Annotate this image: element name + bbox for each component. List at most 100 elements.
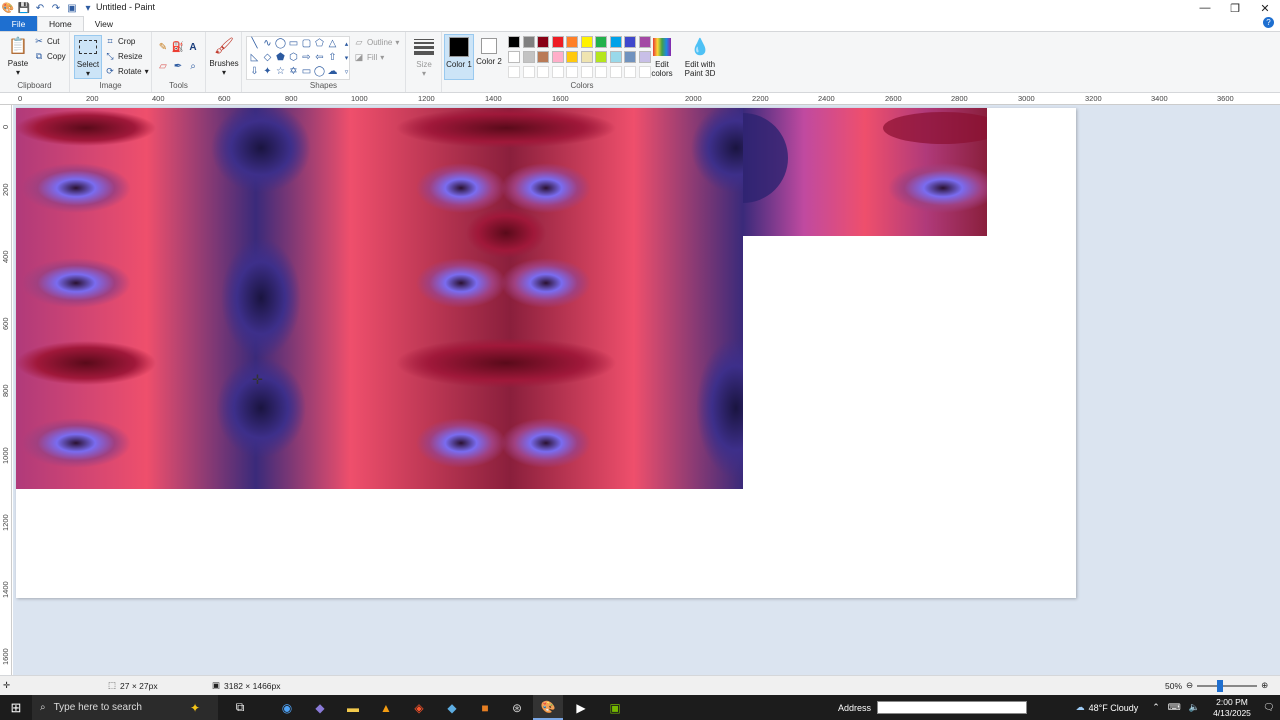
six-point-star-shape-icon[interactable]: ✡ (287, 65, 300, 78)
restore-button[interactable]: ❐ (1220, 0, 1250, 16)
palette-swatch[interactable] (609, 51, 622, 63)
palette-swatch[interactable] (537, 51, 549, 63)
brave-browser-icon[interactable]: ◈ (404, 695, 434, 720)
help-icon[interactable]: ? (1263, 17, 1274, 28)
tray-chevron-icon[interactable]: ⌃ (1152, 702, 1160, 713)
select-button[interactable]: Select ▾ (74, 35, 102, 79)
cut-button[interactable]: ✂ Cut (34, 36, 59, 47)
palette-swatch[interactable] (595, 36, 607, 48)
text-icon[interactable]: A (186, 40, 200, 54)
kaleidoscope-image-extension[interactable] (743, 108, 987, 236)
left-arrow-shape-icon[interactable]: ⇦ (313, 51, 326, 64)
drawing-canvas[interactable] (16, 108, 1076, 598)
palette-swatch[interactable] (508, 51, 520, 63)
palette-swatch[interactable] (522, 36, 535, 48)
up-arrow-shape-icon[interactable]: ⇧ (326, 51, 339, 64)
brushes-button[interactable]: 🖌 Brushes ▾ (209, 35, 239, 77)
palette-custom-swatch[interactable] (537, 66, 549, 78)
palette-custom-swatch[interactable] (580, 66, 593, 78)
crop-button[interactable]: ⌗ Crop (105, 36, 135, 47)
palette-custom-swatch[interactable] (595, 66, 607, 78)
windows-start-icon[interactable]: ⊞ (0, 695, 32, 720)
callout-rect-shape-icon[interactable]: ▭ (300, 65, 313, 78)
resize-button[interactable]: ⤡ Resize (105, 51, 142, 62)
canvas-workspace[interactable]: ✛ (13, 105, 1280, 675)
shapes-scroll-down-icon[interactable]: ▾ (340, 51, 353, 64)
speaker-icon[interactable]: 🔈 (1189, 702, 1200, 713)
outline-button[interactable]: ▱ Outline ▾ (354, 37, 400, 48)
copy-button[interactable]: ⧉ Copy (34, 51, 66, 62)
eraser-icon[interactable]: ▱ (156, 59, 170, 73)
tab-view[interactable]: View (84, 16, 124, 31)
paste-button[interactable]: 📋 Paste ▾ (4, 35, 32, 77)
edit-colors-button[interactable]: Edit colors (647, 36, 677, 78)
fill-bucket-icon[interactable]: ⛽ (171, 40, 185, 54)
paint-window-icon[interactable]: ▣ (66, 2, 78, 14)
curve-shape-icon[interactable]: ∿ (261, 37, 274, 50)
weather-text[interactable]: 48°F Cloudy (1089, 703, 1139, 713)
zoom-slider-thumb[interactable] (1217, 679, 1224, 692)
redo-icon[interactable]: ↷ (50, 2, 62, 14)
app-icon-blue[interactable]: ◆ (437, 695, 467, 720)
keyboard-icon[interactable]: ⌨ (1168, 702, 1181, 713)
palette-custom-swatch[interactable] (522, 66, 535, 78)
four-point-star-shape-icon[interactable]: ✦ (261, 65, 274, 78)
color-picker-icon[interactable]: ✒ (171, 59, 185, 73)
palette-custom-swatch[interactable] (566, 66, 578, 78)
rotate-button[interactable]: ⟳ Rotate ▾ (105, 66, 148, 77)
palette-custom-swatch[interactable] (551, 66, 564, 78)
qat-dropdown-icon[interactable]: ▾ (82, 2, 94, 14)
task-view-icon[interactable]: ⧉ (225, 695, 255, 720)
pentagon-shape-icon[interactable]: ⬟ (274, 51, 287, 64)
edit-paint3d-button[interactable]: 💧 Edit with Paint 3D (680, 36, 720, 78)
save-icon[interactable]: 💾 (18, 2, 30, 14)
rounded-rect-shape-icon[interactable]: ▢ (300, 37, 313, 50)
hexagon-shape-icon[interactable]: ⬡ (287, 51, 300, 64)
weather-icon[interactable]: ☁ (1076, 702, 1085, 713)
address-input[interactable] (877, 701, 1028, 714)
kaleidoscope-image[interactable] (16, 108, 743, 489)
media-player-icon[interactable]: ▶ (566, 695, 596, 720)
vlc-icon[interactable]: ▲ (371, 695, 401, 720)
palette-swatch[interactable] (508, 36, 520, 48)
diamond-shape-icon[interactable]: ◇ (261, 51, 274, 64)
copilot-sparkle-icon[interactable]: ✦ (180, 695, 210, 720)
palette-swatch[interactable] (595, 51, 607, 63)
palette-swatch[interactable] (551, 36, 564, 48)
palette-swatch[interactable] (624, 51, 636, 63)
palette-swatch[interactable] (580, 36, 593, 48)
nvidia-icon[interactable]: ▣ (600, 695, 630, 720)
callout-cloud-shape-icon[interactable]: ☁ (326, 65, 339, 78)
zoom-slider[interactable] (1197, 679, 1258, 692)
minimize-button[interactable]: — (1190, 0, 1220, 16)
palette-swatch[interactable] (580, 51, 593, 63)
palette-swatch[interactable] (551, 51, 564, 63)
polygon-shape-icon[interactable]: ⬠ (313, 37, 326, 50)
zoom-in-icon[interactable]: ⊕ (1261, 680, 1268, 691)
palette-custom-swatch[interactable] (624, 66, 636, 78)
shapes-scroll-up-icon[interactable]: ▴ (340, 37, 353, 50)
color2-button[interactable]: Color 2 (474, 34, 504, 80)
tab-file[interactable]: File (0, 16, 37, 31)
shapes-expand-icon[interactable]: ▿ (340, 65, 353, 78)
magnifier-icon[interactable]: ⌕ (186, 59, 200, 73)
fill-button[interactable]: ◪ Fill ▾ (354, 52, 385, 63)
file-explorer-icon[interactable]: ▬ (338, 695, 368, 720)
triangle-shape-icon[interactable]: △ (326, 37, 339, 50)
pencil-icon[interactable]: ✎ (156, 40, 170, 54)
app-icon-globe[interactable]: ⊛ (502, 695, 532, 720)
notification-icon[interactable]: 🗨 (1258, 702, 1280, 713)
palette-swatch[interactable] (537, 36, 549, 48)
close-button[interactable]: ✕ (1250, 0, 1280, 16)
palette-swatch[interactable] (522, 51, 535, 63)
app-icon-orange[interactable]: ■ (470, 695, 500, 720)
tab-home[interactable]: Home (37, 16, 84, 31)
palette-swatch[interactable] (566, 51, 578, 63)
palette-swatch[interactable] (609, 36, 622, 48)
palette-custom-swatch[interactable] (508, 66, 520, 78)
palette-swatch[interactable] (624, 36, 636, 48)
callout-oval-shape-icon[interactable]: ◯ (313, 65, 326, 78)
paint-taskbar-icon[interactable]: 🎨 (533, 695, 563, 720)
five-point-star-shape-icon[interactable]: ☆ (274, 65, 287, 78)
zoom-out-icon[interactable]: ⊖ (1186, 680, 1193, 691)
